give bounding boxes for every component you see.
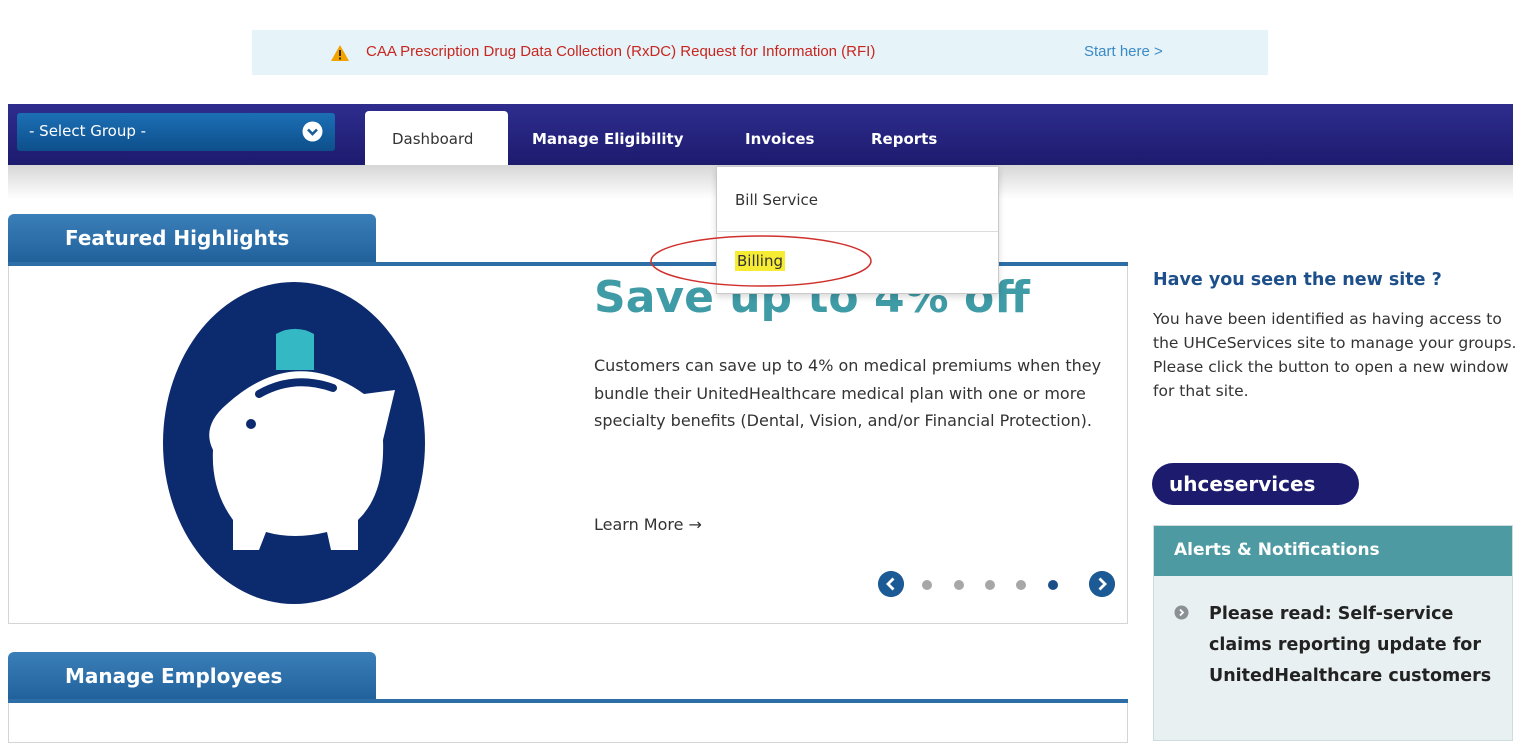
alerts-header: Alerts & Notifications — [1154, 526, 1512, 576]
invoices-dropdown-menu: Bill Service Billing — [650, 166, 999, 294]
tab-reports-label: Reports — [871, 130, 938, 148]
new-site-title: Have you seen the new site ? — [1153, 270, 1442, 290]
tab-reports[interactable]: Reports — [871, 111, 951, 165]
start-here-link[interactable]: Start here > — [1084, 43, 1163, 60]
chevron-down-icon — [302, 121, 323, 142]
tab-manage-eligibility-label: Manage Eligibility — [532, 130, 684, 148]
carousel-dot[interactable] — [985, 580, 995, 590]
manage-employees-panel — [8, 703, 1128, 743]
menu-divider — [717, 231, 998, 232]
tab-invoices-label: Invoices — [745, 130, 815, 148]
select-group-dropdown[interactable]: - Select Group - — [17, 113, 335, 151]
alerts-title: Alerts & Notifications — [1174, 540, 1380, 560]
manage-employees-header: Manage Employees — [8, 652, 376, 702]
piggy-bank-icon — [163, 282, 425, 604]
featured-highlights-header: Featured Highlights — [8, 214, 376, 264]
learn-more-link[interactable]: Learn More → — [594, 515, 702, 534]
carousel-dot[interactable] — [1016, 580, 1026, 590]
uhceservices-button[interactable]: uhceservices — [1152, 463, 1359, 505]
alerts-panel: Alerts & Notifications Please read: Self… — [1153, 525, 1513, 741]
promo-text: Customers can save up to 4% on medical p… — [594, 356, 1102, 430]
menu-item-bill-service[interactable]: Bill Service — [735, 191, 818, 209]
annotation-circle — [650, 235, 872, 287]
select-group-label: - Select Group - — [29, 122, 147, 140]
notice-message: CAA Prescription Drug Data Collection (R… — [366, 43, 876, 60]
tab-manage-eligibility[interactable]: Manage Eligibility — [532, 111, 697, 165]
alert-item-link[interactable]: Please read: Self-service claims reporti… — [1209, 599, 1499, 692]
featured-highlights-title: Featured Highlights — [65, 226, 290, 250]
carousel-dot[interactable] — [954, 580, 964, 590]
rfi-notice-banner: CAA Prescription Drug Data Collection (R… — [252, 30, 1268, 75]
manage-employees-title: Manage Employees — [65, 664, 283, 688]
carousel-dot[interactable] — [922, 580, 932, 590]
warning-icon — [331, 45, 349, 61]
carousel-prev-icon[interactable] — [878, 571, 904, 597]
uhceservices-button-label: uhceservices — [1169, 472, 1316, 496]
chevron-right-circle-icon — [1174, 605, 1189, 620]
new-site-text: You have been identified as having acces… — [1153, 310, 1517, 400]
carousel-dot-active[interactable] — [1048, 580, 1058, 590]
tab-invoices[interactable]: Invoices — [745, 111, 825, 165]
carousel-next-icon[interactable] — [1089, 571, 1115, 597]
tab-dashboard-label: Dashboard — [392, 130, 474, 148]
tab-dashboard[interactable]: Dashboard — [365, 111, 508, 165]
